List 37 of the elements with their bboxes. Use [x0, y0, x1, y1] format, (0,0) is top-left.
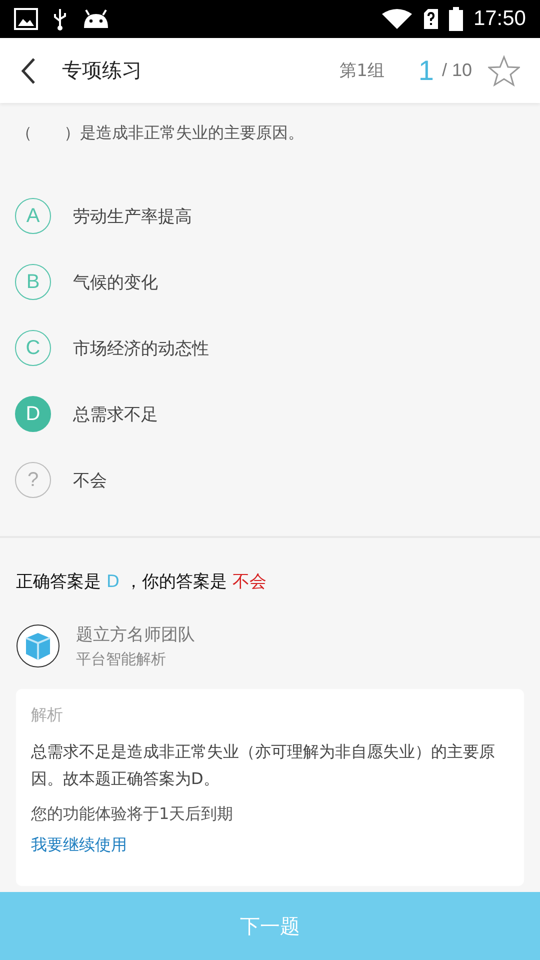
current-number: 1: [418, 54, 434, 86]
answer-option[interactable]: D 总需求不足: [15, 396, 525, 432]
answer-option[interactable]: C 市场经济的动态性: [15, 330, 525, 366]
clock: 17:50: [473, 7, 526, 31]
battery-icon: [449, 7, 464, 31]
total-count: / 10: [442, 60, 472, 81]
usb-icon: [52, 7, 68, 31]
continue-link[interactable]: 我要继续使用: [31, 835, 127, 856]
option-marker: A: [15, 198, 51, 234]
answer-option[interactable]: ? 不会: [15, 462, 525, 498]
option-marker: C: [15, 330, 51, 366]
option-text: 不会: [73, 470, 107, 492]
option-marker: ?: [15, 462, 51, 498]
sim-icon: [423, 8, 440, 30]
group-label: 第1组: [340, 60, 384, 82]
analyst-subtitle: 平台智能解析: [76, 650, 167, 669]
analyst-name: 题立方名师团队: [76, 624, 195, 646]
option-text: 气候的变化: [73, 272, 158, 294]
option-text: 劳动生产率提高: [73, 206, 192, 228]
answer-option[interactable]: B 气候的变化: [15, 264, 525, 300]
option-text: 总需求不足: [73, 404, 158, 426]
option-text: 市场经济的动态性: [73, 338, 209, 360]
option-marker: B: [15, 264, 51, 300]
star-icon[interactable]: [488, 54, 520, 86]
option-marker: D: [15, 396, 51, 432]
answer-result: 正确答案是 D ，你的答案是 不会: [16, 571, 268, 593]
analysis-text: 总需求不足是造成非正常失业（亦可理解为非自愿失业）的主要原因。故本题正确答案为D。: [31, 741, 496, 790]
wifi-icon: [381, 8, 414, 30]
back-icon[interactable]: [20, 56, 36, 84]
analysis-heading: 解析: [31, 705, 63, 726]
image-icon: [14, 8, 38, 30]
trial-notice: 您的功能体验将于1天后到期: [31, 804, 234, 826]
android-icon: [82, 9, 110, 29]
question-text: （ ）是造成非正常失业的主要原因。: [16, 123, 305, 144]
page-title: 专项练习: [62, 57, 143, 84]
cube-logo-icon: [16, 624, 60, 668]
answer-option[interactable]: A 劳动生产率提高: [15, 198, 525, 234]
